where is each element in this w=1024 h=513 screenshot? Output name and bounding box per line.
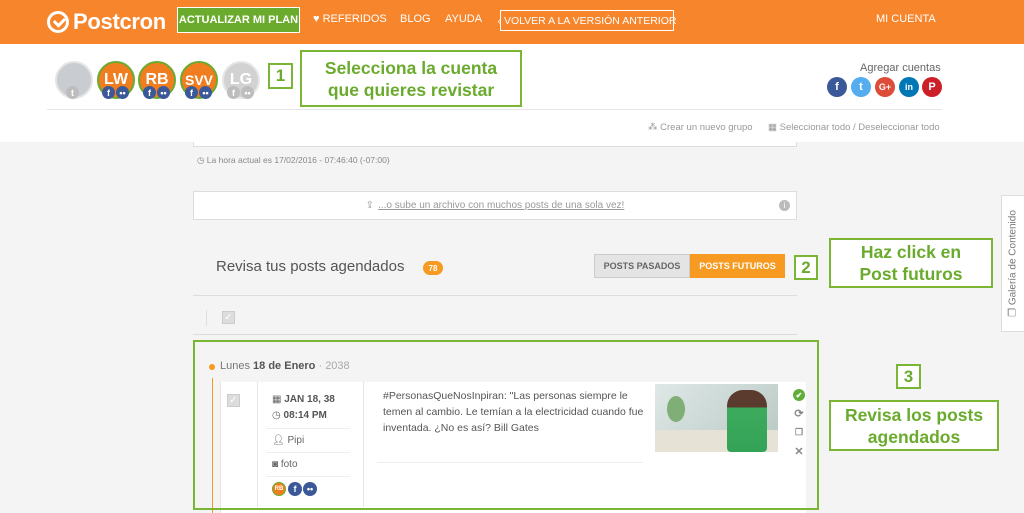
- select-all-label: Seleccionar todo / Deseleccionar todo: [779, 122, 940, 133]
- annotation-step-3-number: 3: [896, 364, 921, 389]
- annotation-line: que quieres revistar: [327, 79, 495, 100]
- annotation-line: Post futuros: [859, 264, 963, 284]
- nav-my-account[interactable]: MI CUENTA: [876, 13, 936, 25]
- annotation-step-3: Revisa los posts agendados: [829, 400, 999, 451]
- tab-future-posts[interactable]: POSTS FUTUROS: [690, 254, 785, 278]
- divider: [193, 295, 797, 296]
- facebook-icon: f: [185, 86, 198, 99]
- upgrade-plan-button[interactable]: ACTUALIZAR MI PLAN: [177, 7, 300, 33]
- tab-past-posts[interactable]: POSTS PASADOS: [594, 254, 690, 278]
- back-to-old-version-button[interactable]: ‹ VOLVER A LA VERSIÓN ANTERIOR: [498, 10, 676, 31]
- content-gallery-tab[interactable]: ❐ Galería de Contenido: [1001, 195, 1024, 332]
- account-network-badge: f ••: [227, 86, 254, 99]
- grid-icon: ▦: [768, 122, 777, 133]
- add-pinterest-icon[interactable]: P: [922, 77, 942, 97]
- select-all-link[interactable]: ▦ Seleccionar todo / Deseleccionar todo: [768, 122, 940, 133]
- group-icon: ••: [157, 86, 170, 99]
- select-all-checkbox[interactable]: ✓: [222, 311, 235, 324]
- add-twitter-icon[interactable]: t: [851, 77, 871, 97]
- clock-icon: ◷: [197, 155, 205, 165]
- divider: [206, 310, 207, 326]
- create-group-label: Crear un nuevo grupo: [660, 122, 753, 133]
- add-facebook-icon[interactable]: f: [827, 77, 847, 97]
- annotation-step-2-number: 2: [794, 255, 818, 280]
- create-group-link[interactable]: ⁂ Crear un nuevo grupo: [648, 122, 753, 133]
- group-icon: ⁂: [648, 122, 658, 133]
- divider: [47, 109, 942, 110]
- facebook-icon: f: [102, 86, 115, 99]
- annotation-step-1: Selecciona la cuenta que quieres revista…: [300, 50, 522, 107]
- content-gallery-label: ❐ Galería de Contenido: [1008, 208, 1019, 320]
- group-icon: ••: [199, 86, 212, 99]
- add-googleplus-icon[interactable]: G+: [875, 77, 895, 97]
- group-icon: ••: [241, 86, 254, 99]
- info-icon[interactable]: i: [779, 200, 790, 211]
- account-network-badge: f ••: [143, 86, 170, 99]
- nav-blog[interactable]: BLOG: [400, 13, 431, 25]
- facebook-icon: f: [227, 86, 240, 99]
- postcron-logo[interactable]: Postcron: [47, 9, 166, 35]
- facebook-icon: f: [143, 86, 156, 99]
- account-network-badge: f ••: [185, 86, 212, 99]
- compose-box: [193, 142, 797, 147]
- annotation-step-2: Haz click en Post futuros: [829, 238, 993, 288]
- add-accounts-label: Agregar cuentas: [860, 62, 941, 74]
- copy-icon: ❐: [1007, 307, 1019, 317]
- logo-text: Postcron: [73, 9, 166, 34]
- nav-ayuda[interactable]: AYUDA: [445, 13, 482, 25]
- annotation-line: Revisa los posts: [844, 404, 984, 425]
- annotation-line: agendados: [867, 426, 961, 447]
- account-network-badge: t: [66, 86, 79, 99]
- add-linkedin-icon[interactable]: in: [899, 77, 919, 97]
- annotation-line: Selecciona la cuenta: [324, 57, 498, 78]
- annotation-line: Haz click en: [860, 242, 962, 262]
- page-title: Revisa tus posts agendados: [216, 258, 405, 275]
- postcron-logo-icon: [47, 11, 69, 33]
- current-time-label: La hora actual es 17/02/2016 - 07:46:40 …: [206, 155, 390, 165]
- group-icon: ••: [116, 86, 129, 99]
- content-gallery-text: Galería de Contenido: [1007, 210, 1019, 306]
- twitter-icon: t: [66, 86, 79, 99]
- divider: [193, 334, 797, 335]
- annotation-step-1-number: 1: [268, 63, 293, 89]
- scheduled-count-badge: 78: [423, 261, 443, 275]
- bulk-upload-label: ...o sube un archivo con muchos posts de…: [378, 200, 625, 211]
- nav-referidos[interactable]: ♥ REFERIDOS: [313, 13, 387, 25]
- bulk-upload-link[interactable]: ⇪ ...o sube un archivo con muchos posts …: [193, 191, 797, 220]
- top-navbar: Postcron ACTUALIZAR MI PLAN ♥ REFERIDOS …: [0, 0, 1024, 44]
- annotation-step-3-highlight: [193, 340, 819, 510]
- account-network-badge: f ••: [102, 86, 129, 99]
- current-time: ◷ La hora actual es 17/02/2016 - 07:46:4…: [197, 155, 390, 166]
- upload-icon: ⇪: [365, 200, 375, 211]
